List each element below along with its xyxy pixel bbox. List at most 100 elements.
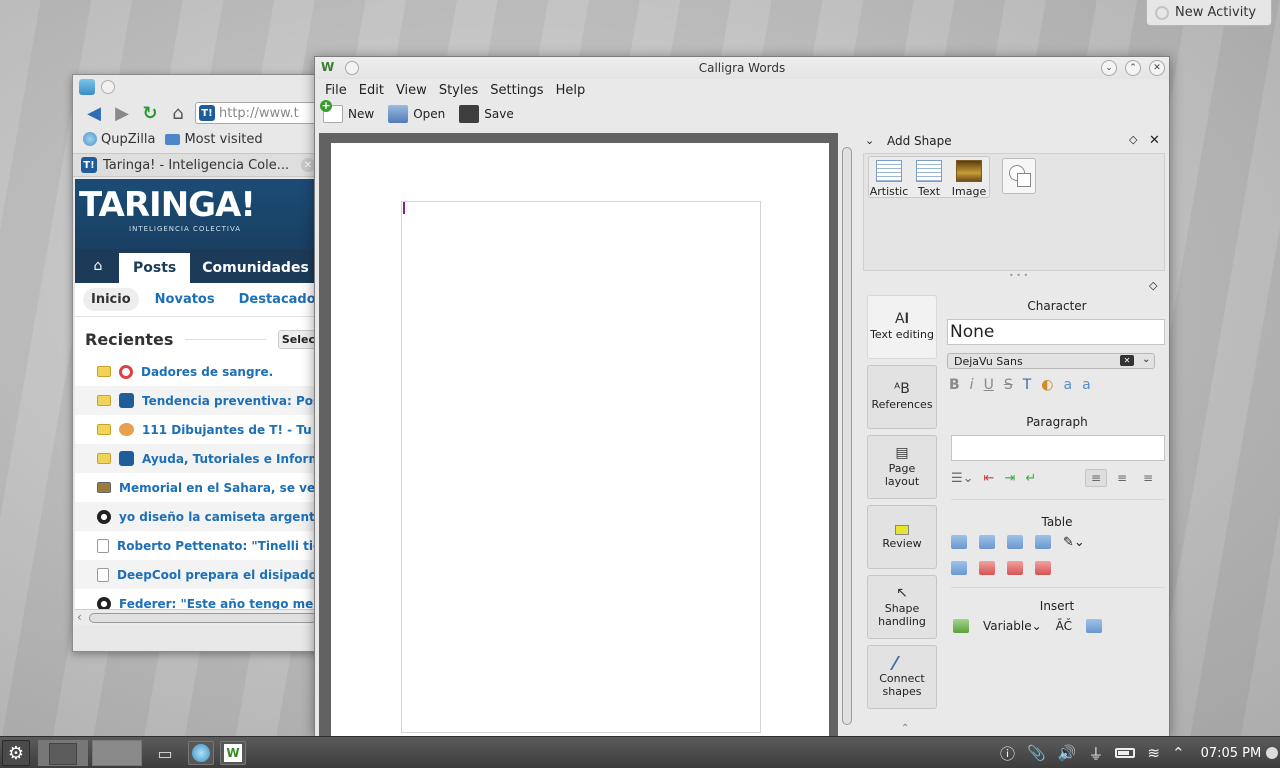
- desktop-pager-2[interactable]: [92, 740, 142, 766]
- wifi-icon[interactable]: ≋: [1147, 744, 1160, 762]
- chevron-down-icon[interactable]: ⌄: [1142, 354, 1150, 365]
- task-calligra-words[interactable]: W: [220, 741, 246, 765]
- menu-settings[interactable]: Settings: [484, 83, 549, 98]
- nav-comunidades[interactable]: Comunidades: [190, 253, 309, 283]
- float-docker-icon[interactable]: ◇: [1149, 279, 1157, 292]
- save-button[interactable]: Save: [459, 105, 514, 123]
- battery-icon[interactable]: [1115, 748, 1136, 758]
- shape-text[interactable]: Text: [909, 157, 949, 199]
- info-icon[interactable]: ⓘ: [1000, 743, 1015, 764]
- menu-styles[interactable]: Styles: [433, 83, 484, 98]
- split-cells-icon[interactable]: [1035, 561, 1051, 575]
- maximize-icon[interactable]: ⌃: [1125, 60, 1141, 76]
- insert-section-icon[interactable]: [1086, 619, 1103, 633]
- task-qupzilla[interactable]: [188, 741, 214, 765]
- clock[interactable]: 07:05 PM: [1201, 746, 1262, 761]
- horizontal-scrollbar[interactable]: ‹: [75, 609, 319, 625]
- vertical-scrollbar[interactable]: [839, 133, 855, 736]
- tool-page-layout[interactable]: ▤ Page layout: [867, 435, 937, 499]
- collapse-icon[interactable]: ⌄: [865, 134, 874, 147]
- site-logo[interactable]: TARINGA!: [79, 185, 256, 225]
- list-item[interactable]: Memorial en el Sahara, se ve desd: [75, 473, 319, 502]
- bold-icon[interactable]: B: [949, 377, 960, 393]
- document-page[interactable]: [331, 143, 829, 736]
- bullet-list-icon[interactable]: ☰⌄: [951, 471, 974, 486]
- bookmark-qupzilla[interactable]: QupZilla: [83, 132, 155, 147]
- text-area[interactable]: [401, 201, 761, 733]
- more-shapes-button[interactable]: [1002, 158, 1036, 194]
- minimize-icon[interactable]: ⌄: [1101, 60, 1117, 76]
- scrollbar-thumb[interactable]: [89, 613, 317, 623]
- tool-references[interactable]: ᴬB References: [867, 365, 937, 429]
- close-docker-icon[interactable]: ✕: [1149, 133, 1160, 148]
- scroll-up-icon[interactable]: ⌃: [901, 723, 909, 734]
- reload-icon[interactable]: ↻: [139, 102, 161, 124]
- list-item[interactable]: Roberto Pettenato: "Tinelli tiene ca: [75, 531, 319, 560]
- insert-column-right-icon[interactable]: [1007, 535, 1023, 549]
- usb-icon[interactable]: ⏚: [1088, 743, 1103, 764]
- insert-row-above-icon[interactable]: [951, 535, 967, 549]
- merge-cells-icon[interactable]: [1035, 535, 1051, 549]
- new-activity-button[interactable]: New Activity: [1146, 0, 1272, 26]
- font-family-combo[interactable]: DejaVu Sans ✕ ⌄: [947, 353, 1155, 369]
- insert-row-below-icon[interactable]: [951, 561, 967, 575]
- increase-indent-icon[interactable]: ⇥: [1004, 471, 1015, 486]
- superscript-icon[interactable]: a: [1063, 377, 1072, 393]
- tool-text-editing[interactable]: A𝐈 Text editing: [867, 295, 937, 359]
- list-item[interactable]: Dadores de sangre.: [75, 357, 319, 386]
- bookmark-most-visited[interactable]: Most visited: [165, 132, 263, 147]
- list-item[interactable]: yo diseño la camiseta argentina pa: [75, 502, 319, 531]
- menu-file[interactable]: File: [319, 83, 353, 98]
- close-tab-icon[interactable]: ✕: [301, 158, 315, 172]
- nav-posts[interactable]: Posts: [119, 253, 191, 283]
- line-break-icon[interactable]: ↵: [1025, 471, 1036, 486]
- new-button[interactable]: New: [320, 100, 374, 123]
- insert-table-icon[interactable]: [953, 619, 969, 633]
- forward-icon[interactable]: ▶: [111, 102, 133, 124]
- show-desktop-icon[interactable]: ▭: [152, 741, 178, 765]
- list-item[interactable]: Federer: "Este año tengo menos p: [75, 589, 319, 609]
- variable-dropdown[interactable]: Variable⌄: [983, 619, 1042, 633]
- pin-icon[interactable]: [101, 80, 115, 94]
- paperclip-icon[interactable]: 📎: [1027, 744, 1046, 762]
- site-home-icon[interactable]: ⌂: [83, 249, 113, 283]
- italic-icon[interactable]: i: [970, 377, 974, 393]
- border-pen-icon[interactable]: ✎⌄: [1063, 535, 1085, 550]
- tool-shape-handling[interactable]: ↖ Shape handling: [867, 575, 937, 639]
- align-left-icon[interactable]: ≡: [1085, 469, 1107, 487]
- subscript-icon[interactable]: a: [1082, 377, 1091, 393]
- decrease-indent-icon[interactable]: ⇤: [984, 471, 995, 486]
- subnav-destacados[interactable]: Destacados: [231, 288, 319, 311]
- close-icon[interactable]: ✕: [1149, 60, 1165, 76]
- browser-tab[interactable]: T! Taringa! - Inteligencia Cole... ✕: [73, 153, 319, 177]
- float-docker-icon[interactable]: ◇: [1129, 133, 1137, 146]
- strikethrough-icon[interactable]: S: [1004, 377, 1013, 393]
- align-center-icon[interactable]: ≡: [1111, 469, 1133, 487]
- tool-connect-shapes[interactable]: Connect shapes: [867, 645, 937, 709]
- text-color-icon[interactable]: T: [1023, 377, 1032, 393]
- scroll-left-icon[interactable]: ‹: [77, 610, 82, 624]
- open-button[interactable]: Open: [388, 105, 445, 123]
- subnav-novatos[interactable]: Novatos: [147, 288, 223, 311]
- delete-row-icon[interactable]: [979, 561, 995, 575]
- cashew-icon[interactable]: [1266, 747, 1278, 759]
- insert-column-left-icon[interactable]: [979, 535, 995, 549]
- menu-help[interactable]: Help: [550, 83, 592, 98]
- volume-icon[interactable]: 🔊: [1058, 744, 1077, 762]
- shape-artistic[interactable]: Artistic: [869, 157, 909, 199]
- list-item[interactable]: DeepCool prepara el disipador par: [75, 560, 319, 589]
- character-style-field[interactable]: None: [947, 319, 1165, 345]
- url-bar[interactable]: T! http://www.t: [195, 102, 319, 124]
- home-icon[interactable]: ⌂: [167, 102, 189, 124]
- highlight-color-icon[interactable]: ◐: [1041, 377, 1053, 393]
- application-menu-icon[interactable]: ⚙: [2, 740, 30, 766]
- shape-image[interactable]: Image: [949, 157, 989, 199]
- delete-column-icon[interactable]: [1007, 561, 1023, 575]
- paragraph-style-field[interactable]: [951, 435, 1165, 461]
- desktop-pager-1[interactable]: [38, 740, 88, 766]
- category-select[interactable]: Selec: [277, 329, 319, 349]
- list-item[interactable]: Tendencia preventiva: Posts P: [75, 386, 319, 415]
- menu-edit[interactable]: Edit: [353, 83, 390, 98]
- scrollbar-thumb[interactable]: [842, 147, 852, 725]
- expand-tray-icon[interactable]: ⌃: [1172, 744, 1185, 762]
